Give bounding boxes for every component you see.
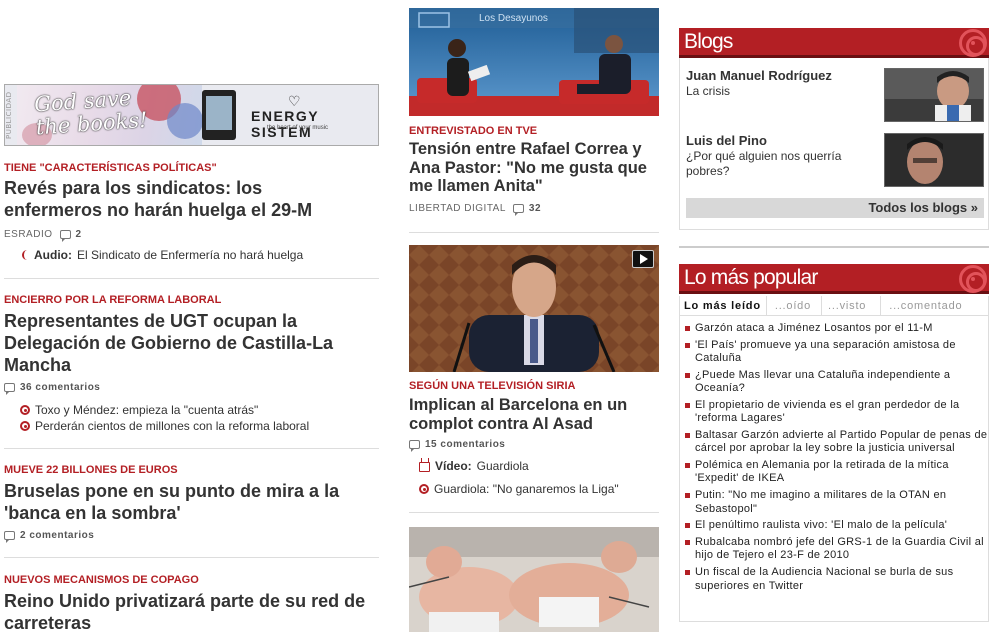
blog-post-title[interactable]: ¿Por qué alguien nos querría pobres? <box>686 149 876 179</box>
photo-caption: Los Desayunos <box>479 13 548 24</box>
article-headline[interactable]: Bruselas pone en su punto de mira a la '… <box>4 480 369 524</box>
related-link[interactable]: Guardiola: "No ganaremos la Liga" <box>419 482 619 496</box>
interview-scene <box>409 8 659 116</box>
article-kicker[interactable]: NUEVOS MECANISMOS DE COPAGO <box>4 574 199 586</box>
bullet-icon <box>20 405 30 415</box>
ad-label: PUBLICIDAD <box>5 91 13 139</box>
divider <box>409 512 659 513</box>
bullet-icon <box>20 421 30 431</box>
article-kicker[interactable]: ENTREVISTADO EN TVE <box>409 125 537 137</box>
blogs-header[interactable]: Blogs <box>679 28 989 58</box>
comment-icon <box>4 531 15 543</box>
comment-icon <box>409 440 420 452</box>
popular-item[interactable]: Putin: "No me imagino a militares de la … <box>679 489 989 516</box>
popular-item[interactable]: Rubalcaba nombró jefe del GRS-1 de la Gu… <box>679 536 989 563</box>
comment-count[interactable]: 32 <box>529 203 541 214</box>
interview-photo[interactable]: Los Desayunos <box>409 8 659 116</box>
popular-item[interactable]: Garzón ataca a Jiménez Losantos por el 1… <box>679 322 989 335</box>
target-icon <box>959 265 987 293</box>
blog-author[interactable]: Luis del Pino <box>686 133 767 148</box>
article-headline[interactable]: Tensión entre Rafael Correa y Ana Pastor… <box>409 140 659 196</box>
popular-item[interactable]: Baltasar Garzón advierte al Partido Popu… <box>679 429 989 456</box>
target-icon <box>959 29 987 57</box>
bullet-icon <box>419 484 429 494</box>
related-link[interactable]: Toxo y Méndez: empieza la "cuenta atrás" <box>20 403 258 417</box>
blog-author-avatar[interactable] <box>884 133 984 187</box>
audio-icon <box>20 249 29 261</box>
blog-post-title[interactable]: La crisis <box>686 84 730 99</box>
tab-most-commented[interactable]: ...comentado <box>880 296 967 316</box>
popular-item[interactable]: El penúltimo raulista vivo: 'El malo de … <box>679 519 989 532</box>
related-link[interactable]: Perderán cientos de millones con la refo… <box>20 419 309 433</box>
section-divider <box>679 246 989 248</box>
comment-count[interactable]: 2 <box>76 229 82 240</box>
article-kicker[interactable]: TIENE "CARACTERÍSTICAS POLÍTICAS" <box>4 162 217 174</box>
tab-most-read[interactable]: Lo más leído <box>679 296 766 316</box>
tab-most-viewed[interactable]: ...visto <box>821 296 880 316</box>
popular-header[interactable]: Lo más popular <box>679 264 989 294</box>
article-headline[interactable]: Reino Unido privatizará parte de su red … <box>4 590 374 634</box>
divider <box>4 557 379 558</box>
tab-most-heard[interactable]: ...oído <box>765 296 821 316</box>
article-headline[interactable]: Revés para los sindicatos: los enfermero… <box>4 177 364 221</box>
article-meta: 2 comentarios <box>4 530 94 543</box>
comment-count[interactable]: 36 comentarios <box>20 382 100 393</box>
assad-photo[interactable] <box>409 245 659 372</box>
ad-tagline: the heart of your music <box>267 125 329 131</box>
tv-icon <box>419 462 430 472</box>
related-link[interactable]: Audio: El Sindicato de Enfermería no har… <box>20 248 303 262</box>
blog-author[interactable]: Juan Manuel Rodríguez <box>686 68 832 83</box>
popular-item[interactable]: El propietario de vivienda es el gran pe… <box>679 399 989 426</box>
article-headline[interactable]: Implican al Barcelona en un complot cont… <box>409 396 659 433</box>
comment-count[interactable]: 15 comentarios <box>425 439 505 450</box>
popular-item[interactable]: 'El País' promueve ya una separación ami… <box>679 339 989 366</box>
comment-icon <box>512 204 524 216</box>
comment-icon <box>4 383 15 395</box>
divider <box>409 232 659 233</box>
babies-photo[interactable] <box>409 527 659 632</box>
article-source: LIBERTAD DIGITAL <box>409 203 506 214</box>
ereader-image <box>202 90 236 140</box>
popular-tabs: Lo más leído ...oído ...visto ...comenta… <box>679 296 989 316</box>
blog-author-avatar[interactable] <box>884 68 984 122</box>
related-link[interactable]: Vídeo: Guardiola <box>419 459 529 473</box>
article-headline[interactable]: Representantes de UGT ocupan la Delegaci… <box>4 310 369 376</box>
article-meta: ESRADIO 2 <box>4 229 82 242</box>
article-source: ESRADIO <box>4 229 53 240</box>
article-meta: 36 comentarios <box>4 382 100 395</box>
ad-artwork: God save the books! <box>17 85 203 145</box>
popular-list: Garzón ataca a Jiménez Losantos por el 1… <box>679 322 989 596</box>
popular-item[interactable]: Un fiscal de la Audiencia Nacional se bu… <box>679 566 989 593</box>
popular-title: Lo más popular <box>684 266 818 289</box>
speech-scene <box>409 245 659 372</box>
blogs-box: Juan Manuel Rodríguez La crisis Luis del… <box>679 58 989 230</box>
babies-scene <box>409 527 659 632</box>
comment-count[interactable]: 2 comentarios <box>20 530 94 541</box>
article-meta: 15 comentarios <box>409 439 505 452</box>
popular-item[interactable]: ¿Puede Mas llevar una Cataluña independi… <box>679 369 989 396</box>
popular-item[interactable]: Polémica en Alemania por la retirada de … <box>679 459 989 486</box>
article-meta: LIBERTAD DIGITAL 32 <box>409 203 541 216</box>
ad-banner[interactable]: PUBLICIDAD God save the books! ♡ ENERGY … <box>4 84 379 146</box>
article-kicker[interactable]: MUEVE 22 BILLONES DE EUROS <box>4 464 178 476</box>
ad-headline: God save the books! <box>33 85 149 140</box>
article-kicker[interactable]: SEGÚN UNA TELEVISIÓN SIRIA <box>409 380 575 392</box>
article-kicker[interactable]: ENCIERRO POR LA REFORMA LABORAL <box>4 294 221 306</box>
comment-icon <box>59 230 71 242</box>
all-blogs-link[interactable]: Todos los blogs » <box>686 198 984 218</box>
ad-brand: ENERGY SISTEM <box>251 108 319 140</box>
divider <box>4 278 379 279</box>
divider <box>4 448 379 449</box>
play-icon[interactable] <box>632 250 654 268</box>
blogs-title: Blogs <box>684 30 733 53</box>
